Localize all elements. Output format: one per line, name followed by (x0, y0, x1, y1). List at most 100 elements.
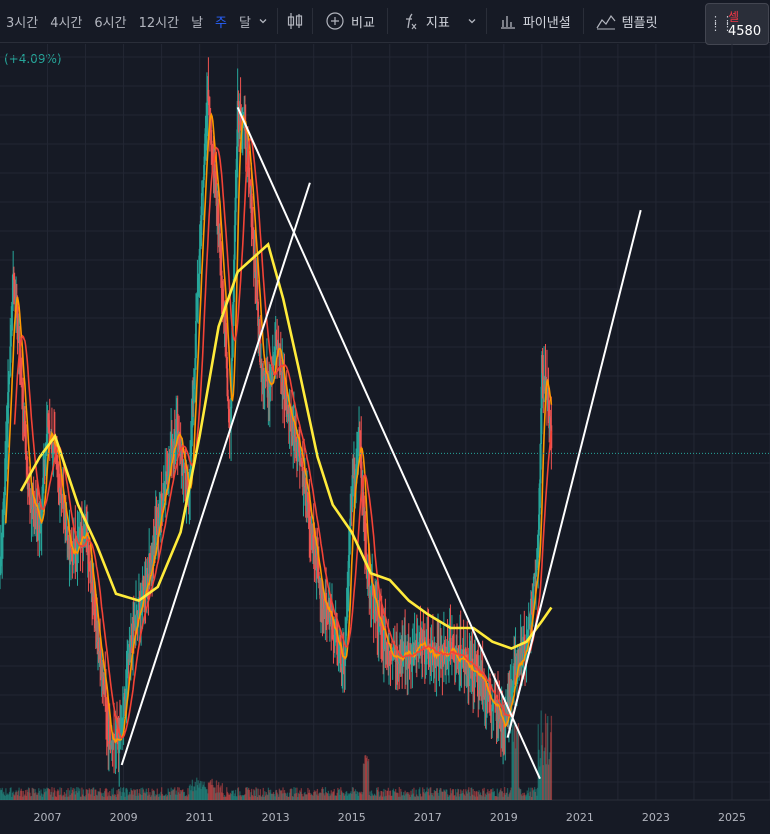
candle-body (129, 644, 132, 648)
volume-bar (155, 795, 158, 800)
candle-body (41, 486, 44, 504)
candle-body (104, 684, 107, 698)
volume-bar (201, 781, 203, 800)
candle-body (314, 548, 317, 556)
volume-bar (396, 792, 398, 800)
volume-bar (165, 793, 167, 800)
volume-bar (215, 780, 218, 800)
compare-button[interactable]: 비교 (321, 11, 379, 31)
candle-body (474, 666, 477, 677)
volume-bar (473, 790, 476, 800)
timeframe-4h[interactable]: 4시간 (44, 12, 88, 31)
candle-body (138, 598, 141, 600)
volume-bar (441, 791, 444, 800)
volume-bar (88, 788, 90, 800)
candle-body (380, 622, 382, 626)
volume-bar (128, 794, 130, 800)
volume-bar (224, 796, 226, 800)
templates-button[interactable]: 템플릿 (592, 12, 662, 31)
timeframe-12h[interactable]: 12시간 (133, 12, 185, 31)
timeframe-week[interactable]: 주 (209, 12, 233, 31)
candle-body (74, 539, 77, 555)
volume-bar (382, 791, 384, 800)
candle-body (93, 589, 96, 615)
toolbar-divider (582, 8, 584, 34)
candle-body (244, 123, 247, 150)
candle-body (304, 483, 307, 488)
volume-bar (251, 795, 253, 800)
indicators-button[interactable]: 지표 (396, 11, 454, 31)
candle-body (195, 320, 197, 359)
candle-body (170, 438, 173, 458)
volume-bar (212, 787, 215, 800)
candle-body (293, 422, 296, 444)
sell-button[interactable]: ⋮⋮ ⋮⋮ 셀 4580 (705, 3, 769, 45)
volume-bar (197, 780, 199, 800)
candle-body (257, 322, 260, 326)
candle-body (120, 718, 123, 737)
volume-bar (32, 788, 34, 800)
volume-bar (287, 796, 289, 800)
candle-body (329, 613, 332, 618)
volume-bar (324, 787, 327, 800)
volume-bar (435, 788, 438, 800)
volume-bar (71, 793, 73, 800)
candle-body (94, 614, 96, 621)
candle-body (413, 643, 416, 660)
candle-body (105, 705, 108, 723)
volume-bar (180, 791, 183, 800)
volume-bar (416, 794, 418, 800)
candle-body (324, 592, 327, 618)
volume-bar (483, 787, 485, 800)
candle-body (438, 652, 441, 655)
volume-bar (479, 792, 482, 800)
candle-body (153, 537, 156, 555)
candle-body (521, 653, 524, 668)
volume-bar (314, 791, 316, 800)
candle-body (392, 656, 395, 659)
timeframe-6h[interactable]: 6시간 (88, 12, 132, 31)
volume-bar (125, 788, 127, 800)
candle-body (430, 649, 433, 660)
timeframe-day[interactable]: 날 (185, 12, 209, 31)
candle-body (177, 433, 180, 442)
candlestick-icon[interactable] (286, 11, 304, 31)
volume-bar (52, 792, 55, 800)
chevron-down-icon[interactable] (466, 15, 478, 27)
candle-body (67, 535, 69, 545)
pine-editor-button[interactable]: 파이낸셜 (495, 12, 575, 31)
candle-body (200, 215, 202, 247)
candle-body (30, 488, 33, 510)
candle-body (316, 557, 319, 569)
timeframe-3h[interactable]: 3시간 (0, 12, 44, 31)
volume-bar (215, 793, 217, 800)
price-chart[interactable]: 2007 2009 2011 2013 2015 2017 2019 2021 2023 2025 (0, 0, 770, 834)
volume-bar (133, 789, 135, 800)
volume-bar (148, 794, 150, 800)
timeframe-month[interactable]: 달 (233, 12, 257, 31)
price-change-percent: (+4.09%) (4, 52, 62, 66)
candle-body (532, 586, 534, 601)
volume-bar (189, 784, 191, 800)
chevron-down-icon[interactable] (257, 15, 269, 27)
volume-bar (49, 789, 51, 800)
volume-bar (210, 784, 213, 800)
candle-body (431, 642, 434, 650)
volume-bar (303, 793, 305, 800)
volume-bar (413, 787, 415, 800)
volume-bar (537, 724, 539, 800)
candle-body (451, 642, 453, 649)
volume-bar (122, 788, 124, 800)
candle-body (480, 670, 483, 680)
candle-body (523, 636, 526, 641)
candle-body (279, 360, 282, 372)
candle-body (286, 409, 289, 417)
candle-body (407, 642, 409, 665)
volume-bar (520, 794, 523, 800)
volume-bar (277, 794, 279, 800)
candle-body (337, 654, 340, 657)
volume-bar (502, 796, 504, 800)
volume-bar (480, 794, 482, 800)
candle-body (338, 653, 341, 655)
volume-bar (125, 787, 128, 800)
